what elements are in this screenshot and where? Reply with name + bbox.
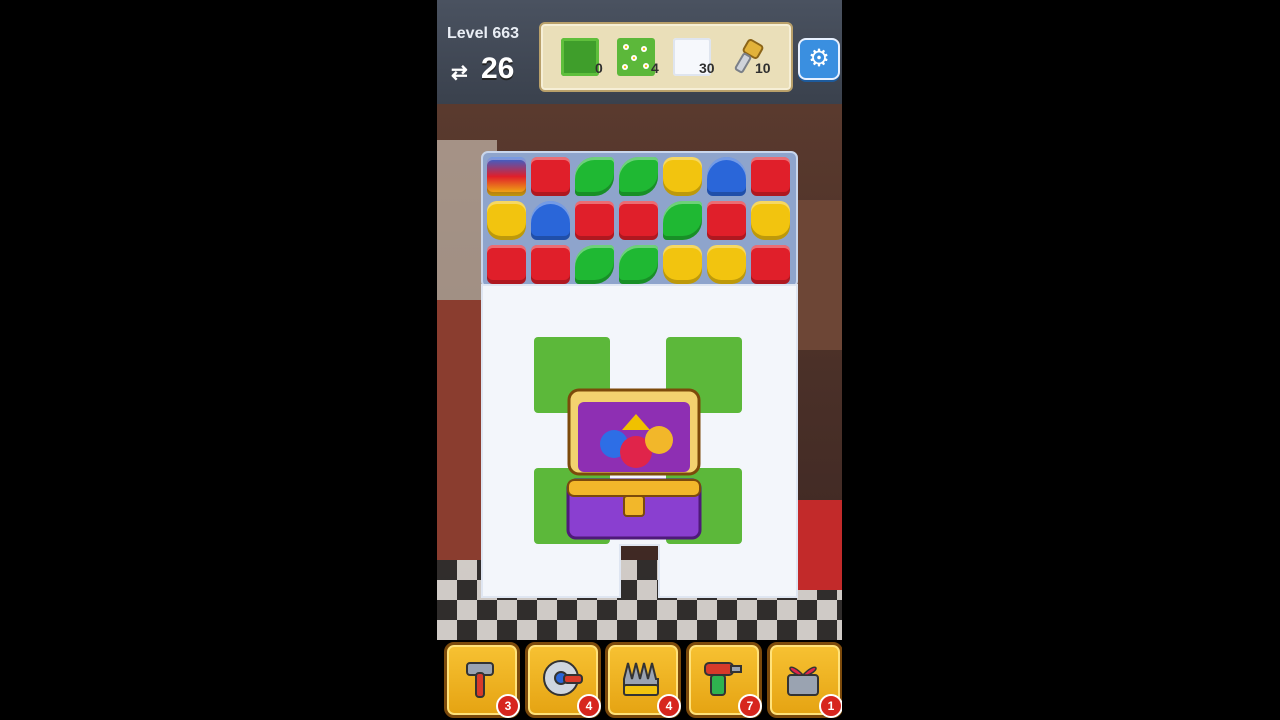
treasure-chest[interactable]	[564, 384, 704, 546]
flower-grass-tile-icon	[617, 38, 655, 76]
saw-booster-button[interactable]: 4	[525, 642, 601, 718]
goal-count-flower: 4	[651, 60, 659, 76]
piece-red-can[interactable]	[575, 201, 614, 240]
top-hud: Level 663 ⇄ 26 0 4 30 10 ⚙	[437, 0, 842, 104]
piece-bucket[interactable]	[751, 201, 790, 240]
game-board	[482, 152, 797, 597]
piece-bucket[interactable]	[707, 245, 746, 284]
settings-button[interactable]: ⚙	[798, 38, 840, 80]
level-label: Level 663	[447, 25, 520, 42]
goal-count-grass: 0	[595, 60, 603, 76]
booster-count: 7	[738, 694, 762, 718]
piece-red-can[interactable]	[531, 157, 570, 196]
moves-counter: 26	[481, 52, 515, 85]
hammer-icon	[466, 662, 494, 698]
rake-icon	[623, 662, 659, 696]
piece-leaf[interactable]	[619, 245, 658, 284]
grass-tile-icon	[561, 38, 599, 76]
piece-red-can[interactable]	[707, 201, 746, 240]
piece-leaf[interactable]	[575, 157, 614, 196]
goal-count-key: 10	[755, 60, 771, 76]
moves-icon: ⇄	[451, 62, 468, 84]
piece-cap[interactable]	[707, 157, 746, 196]
gear-icon: ⚙	[808, 45, 830, 72]
goal-count-snow: 30	[699, 60, 715, 76]
piece-leaf[interactable]	[575, 245, 614, 284]
piece-spinner[interactable]	[487, 157, 526, 196]
piece-leaf[interactable]	[663, 201, 702, 240]
booster-count: 4	[577, 694, 601, 718]
piece-red-can[interactable]	[531, 245, 570, 284]
booster-count: 4	[657, 694, 681, 718]
piece-bucket[interactable]	[487, 201, 526, 240]
piece-red-can[interactable]	[619, 201, 658, 240]
goals-panel: 0 4 30 10	[539, 22, 793, 92]
piece-cap[interactable]	[531, 201, 570, 240]
piece-bucket[interactable]	[663, 245, 702, 284]
piece-red-can[interactable]	[751, 245, 790, 284]
piece-red-can[interactable]	[487, 245, 526, 284]
gift-box-icon	[787, 666, 819, 696]
game-screen: Level 663 ⇄ 26 0 4 30 10 ⚙ 3 4 4 7 1	[437, 0, 842, 720]
gift-box-booster-button[interactable]: 1	[767, 642, 842, 718]
piece-leaf[interactable]	[619, 157, 658, 196]
piece-red-can[interactable]	[751, 157, 790, 196]
booster-count: 3	[496, 694, 520, 718]
drill-booster-button[interactable]: 7	[686, 642, 762, 718]
piece-bucket[interactable]	[663, 157, 702, 196]
drill-icon	[704, 662, 742, 696]
rake-booster-button[interactable]: 4	[605, 642, 681, 718]
hammer-booster-button[interactable]: 3	[444, 642, 520, 718]
booster-count: 1	[819, 694, 842, 718]
saw-icon	[543, 660, 583, 696]
